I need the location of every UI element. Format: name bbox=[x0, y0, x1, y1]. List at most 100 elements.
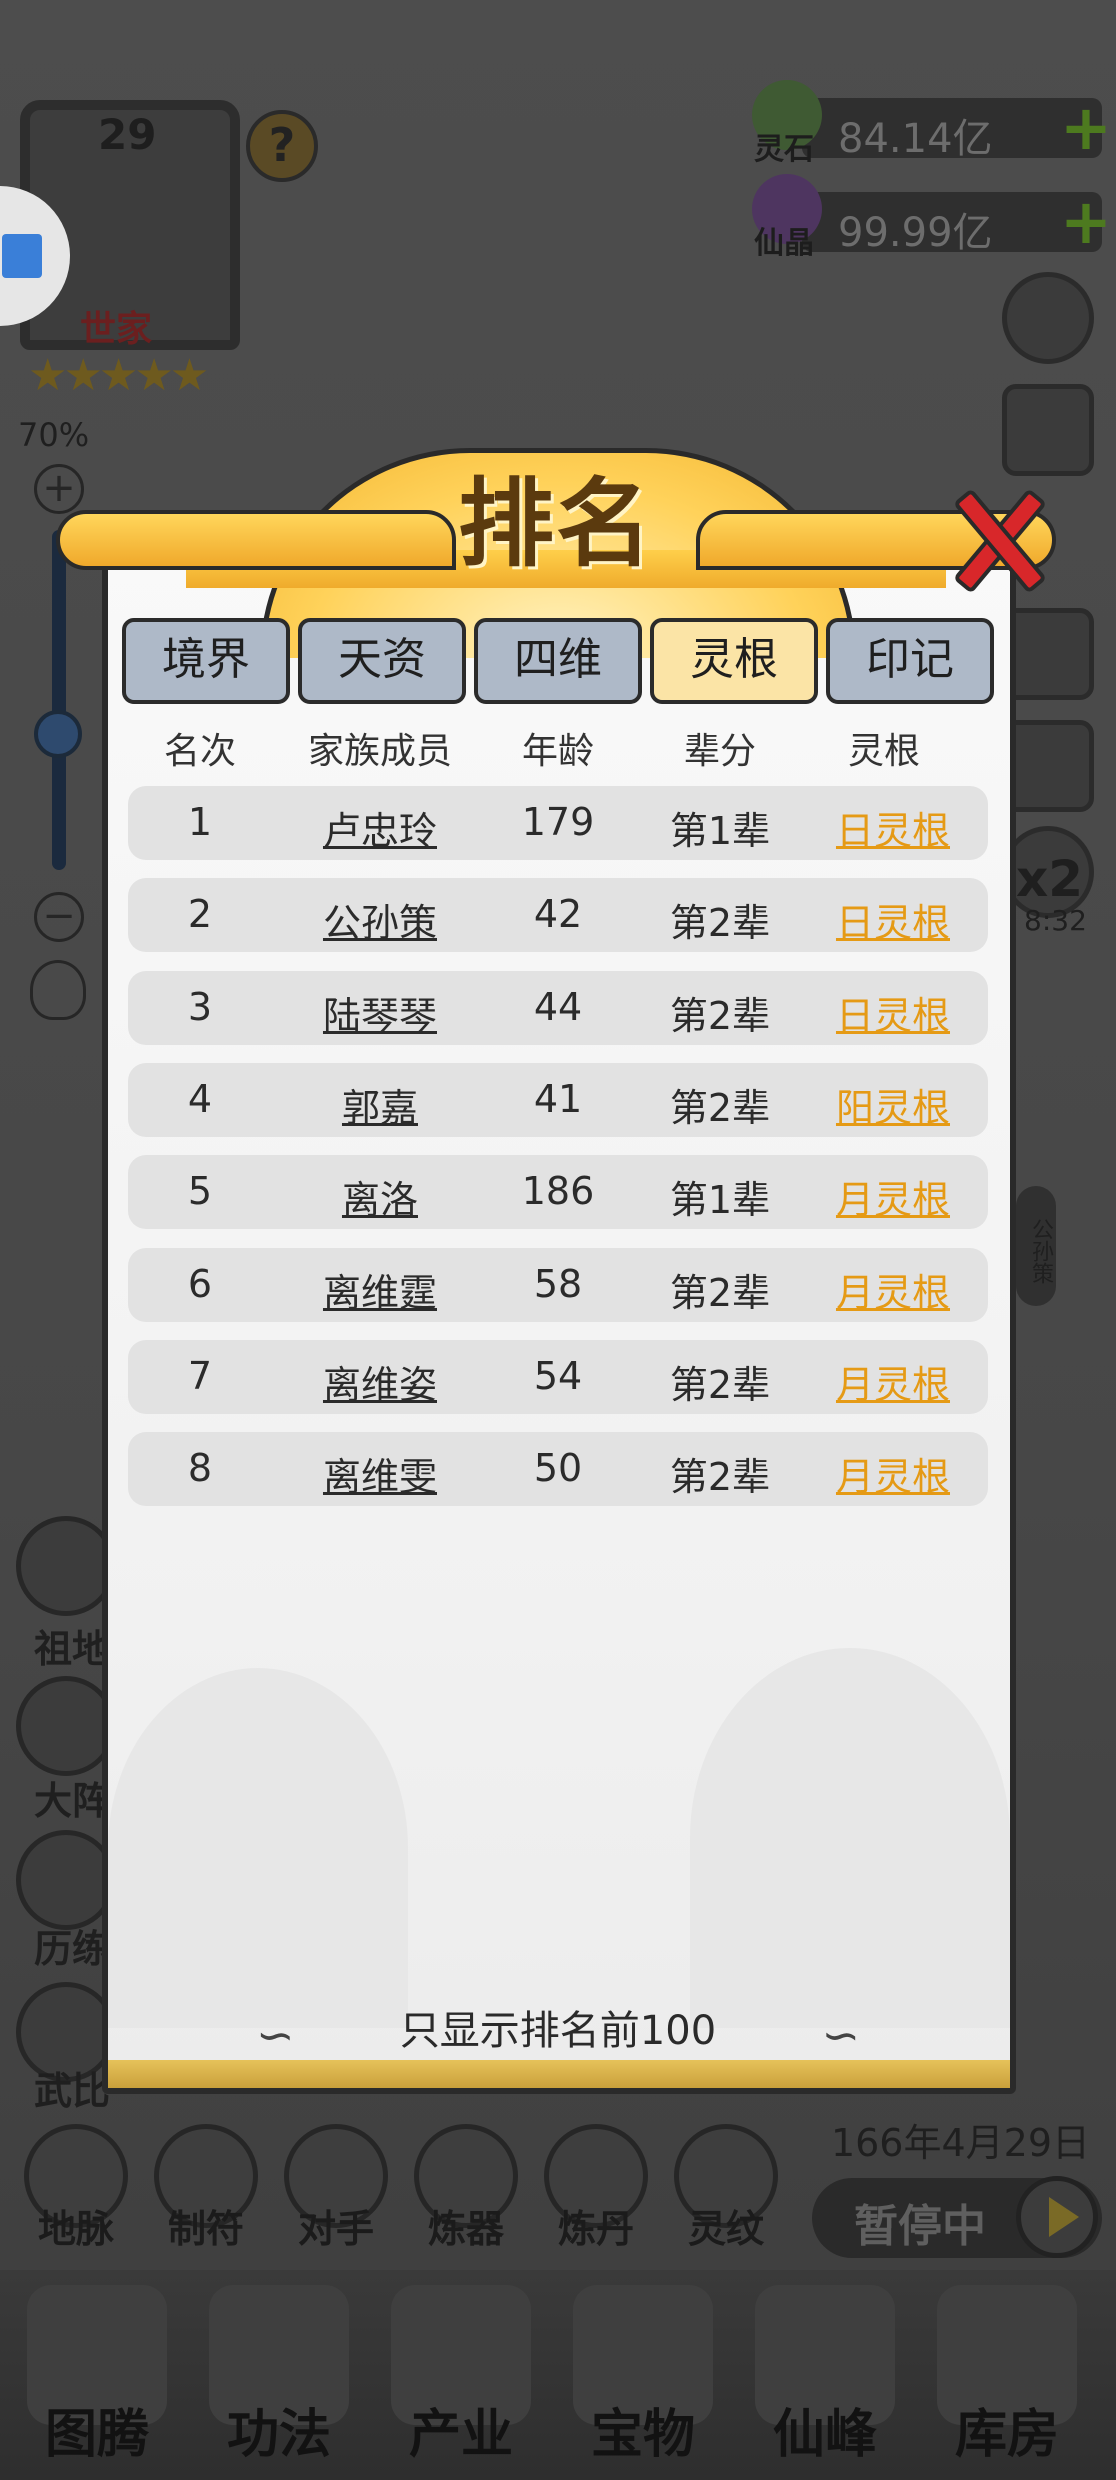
dialog-title: 排名 bbox=[458, 468, 654, 580]
column-header-generation: 辈分 bbox=[683, 731, 756, 772]
settings-yin-yang-icon[interactable] bbox=[1002, 272, 1094, 364]
nav-label: 宝物 bbox=[590, 2405, 695, 2465]
table-row: 2 公孙策 42 第2辈 日灵根 bbox=[128, 878, 988, 953]
spirit-root-link[interactable]: 月灵根 bbox=[818, 1446, 968, 1501]
tool-spirit-pattern[interactable]: 灵纹 bbox=[666, 2124, 786, 2253]
generation-cell: 第2辈 bbox=[669, 1455, 771, 1500]
zoom-in-button[interactable]: + bbox=[34, 464, 84, 514]
nav-immortal-peak[interactable]: 仙峰 bbox=[740, 2285, 910, 2475]
tool-label: 炼丹 bbox=[557, 2207, 634, 2251]
age-cell: 50 bbox=[533, 1446, 583, 1491]
tool-earth-vein[interactable]: 地脉 bbox=[16, 2124, 136, 2253]
member-name-link[interactable]: 离维霆 bbox=[280, 1262, 480, 1317]
tool-artifact-refining[interactable]: 炼器 bbox=[406, 2124, 526, 2253]
add-spirit-stone-button[interactable]: + bbox=[1060, 97, 1112, 159]
spirit-stone-label: 灵石 bbox=[754, 132, 814, 167]
spirit-root-link[interactable]: 日灵根 bbox=[818, 985, 968, 1040]
nav-label: 库房 bbox=[954, 2405, 1059, 2465]
age-cell: 44 bbox=[533, 984, 583, 1029]
column-header-member: 家族成员 bbox=[307, 731, 452, 772]
clan-stars: ★★★★★ bbox=[28, 350, 209, 401]
rank-cell: 5 bbox=[187, 1169, 213, 1214]
member-name-link[interactable]: 离维姿 bbox=[280, 1354, 480, 1409]
immortal-crystal-value: 99.99亿 bbox=[838, 210, 993, 256]
nav-totem[interactable]: 图腾 bbox=[12, 2285, 182, 2475]
footer-note: 只显示排名前100 bbox=[399, 2008, 717, 2054]
age-cell: 179 bbox=[521, 800, 595, 844]
close-button[interactable] bbox=[944, 488, 1050, 594]
game-date: 166年4月29日 bbox=[830, 2121, 1090, 2165]
member-name-link[interactable]: 公孙策 bbox=[280, 892, 480, 947]
cursor-icon bbox=[2, 234, 42, 278]
nav-label: 仙峰 bbox=[772, 2405, 877, 2465]
zoom-out-button[interactable]: − bbox=[34, 892, 84, 942]
spirit-root-link[interactable]: 月灵根 bbox=[818, 1354, 968, 1409]
tab-talent[interactable]: 天资 bbox=[298, 618, 466, 704]
member-name-link[interactable]: 离洛 bbox=[280, 1169, 480, 1224]
tab-spirit-root[interactable]: 灵根 bbox=[650, 618, 818, 704]
generation-cell: 第2辈 bbox=[669, 1270, 771, 1315]
nav-industry[interactable]: 产业 bbox=[376, 2285, 546, 2475]
left-menu-label-3: 武比 bbox=[34, 2069, 111, 2113]
tab-mark[interactable]: 印记 bbox=[826, 618, 994, 704]
member-name-link[interactable]: 卢忠玲 bbox=[280, 800, 480, 855]
ranking-tabs: 境界 天资 四维 灵根 印记 bbox=[122, 618, 998, 704]
array-icon[interactable] bbox=[16, 1676, 116, 1776]
spirit-root-link[interactable]: 月灵根 bbox=[818, 1169, 968, 1224]
speed-multiplier: x2 bbox=[1016, 850, 1084, 908]
left-menu-label-2: 历练 bbox=[34, 1927, 111, 1971]
nav-techniques[interactable]: 功法 bbox=[194, 2285, 364, 2475]
tool-label: 炼器 bbox=[427, 2207, 504, 2251]
nav-treasure[interactable]: 宝物 bbox=[558, 2285, 728, 2475]
member-badge[interactable]: 公孙策 bbox=[1016, 1186, 1056, 1306]
tool-label: 地脉 bbox=[37, 2207, 114, 2251]
help-icon[interactable]: ? bbox=[246, 110, 318, 182]
age-cell: 186 bbox=[521, 1169, 595, 1214]
column-header-age: 年龄 bbox=[521, 731, 594, 772]
table-row: 5 离洛 186 第1辈 月灵根 bbox=[128, 1155, 988, 1230]
member-name-link[interactable]: 离维雯 bbox=[280, 1446, 480, 1501]
ancestral-land-icon[interactable] bbox=[16, 1516, 116, 1616]
table-row: 1 卢忠玲 179 第1辈 日灵根 bbox=[128, 786, 988, 860]
table-row: 8 离维雯 50 第2辈 月灵根 bbox=[128, 1432, 988, 1507]
nav-label: 产业 bbox=[408, 2405, 513, 2465]
tab-realm[interactable]: 境界 bbox=[122, 618, 290, 704]
zoom-slider-knob[interactable] bbox=[34, 710, 82, 758]
rank-cell: 8 bbox=[187, 1446, 213, 1491]
tool-alchemy[interactable]: 炼丹 bbox=[536, 2124, 656, 2253]
age-cell: 54 bbox=[533, 1353, 583, 1398]
pause-button[interactable]: 暂停中 bbox=[812, 2176, 1102, 2258]
age-cell: 41 bbox=[533, 1076, 583, 1121]
rank-cell: 4 bbox=[187, 1076, 213, 1121]
spirit-root-link[interactable]: 日灵根 bbox=[818, 800, 968, 855]
spirit-root-link[interactable]: 月灵根 bbox=[818, 1262, 968, 1317]
nav-label: 图腾 bbox=[44, 2405, 149, 2465]
dialog-bottom-trim bbox=[108, 2060, 1010, 2088]
add-immortal-crystal-button[interactable]: + bbox=[1060, 191, 1112, 253]
tool-talisman[interactable]: 制符 bbox=[146, 2124, 266, 2253]
generation-cell: 第1辈 bbox=[669, 1178, 771, 1223]
location-pin-icon[interactable] bbox=[30, 960, 86, 1020]
nav-warehouse[interactable]: 库房 bbox=[922, 2285, 1092, 2475]
member-name-link[interactable]: 郭嘉 bbox=[280, 1077, 480, 1132]
tab-four-dimensions[interactable]: 四维 bbox=[474, 618, 642, 704]
spirit-root-link[interactable]: 日灵根 bbox=[818, 892, 968, 947]
zoom-percent: 70% bbox=[18, 416, 90, 454]
pause-label: 暂停中 bbox=[854, 2201, 986, 2252]
spirit-root-link[interactable]: 阳灵根 bbox=[818, 1077, 968, 1132]
nav-label: 功法 bbox=[226, 2405, 331, 2465]
clan-tier-label: 世家 bbox=[80, 309, 153, 350]
generation-cell: 第2辈 bbox=[669, 1362, 771, 1407]
left-menu-label-1: 大阵 bbox=[34, 1779, 111, 1823]
generation-cell: 第1辈 bbox=[669, 809, 771, 853]
trial-icon[interactable] bbox=[16, 1830, 116, 1930]
mountain-decoration bbox=[108, 1668, 408, 2028]
left-menu-label-0: 祖地 bbox=[34, 1627, 111, 1671]
immortal-crystal-bar: 仙晶 99.99亿 + bbox=[752, 174, 1112, 261]
tool-opponent[interactable]: 对手 bbox=[276, 2124, 396, 2253]
table-row: 3 陆琴琴 44 第2辈 日灵根 bbox=[128, 970, 988, 1045]
rank-cell: 6 bbox=[187, 1261, 213, 1306]
notes-icon[interactable] bbox=[1002, 384, 1094, 476]
member-name-link[interactable]: 陆琴琴 bbox=[280, 985, 480, 1040]
clan-level: 29 bbox=[98, 110, 157, 159]
